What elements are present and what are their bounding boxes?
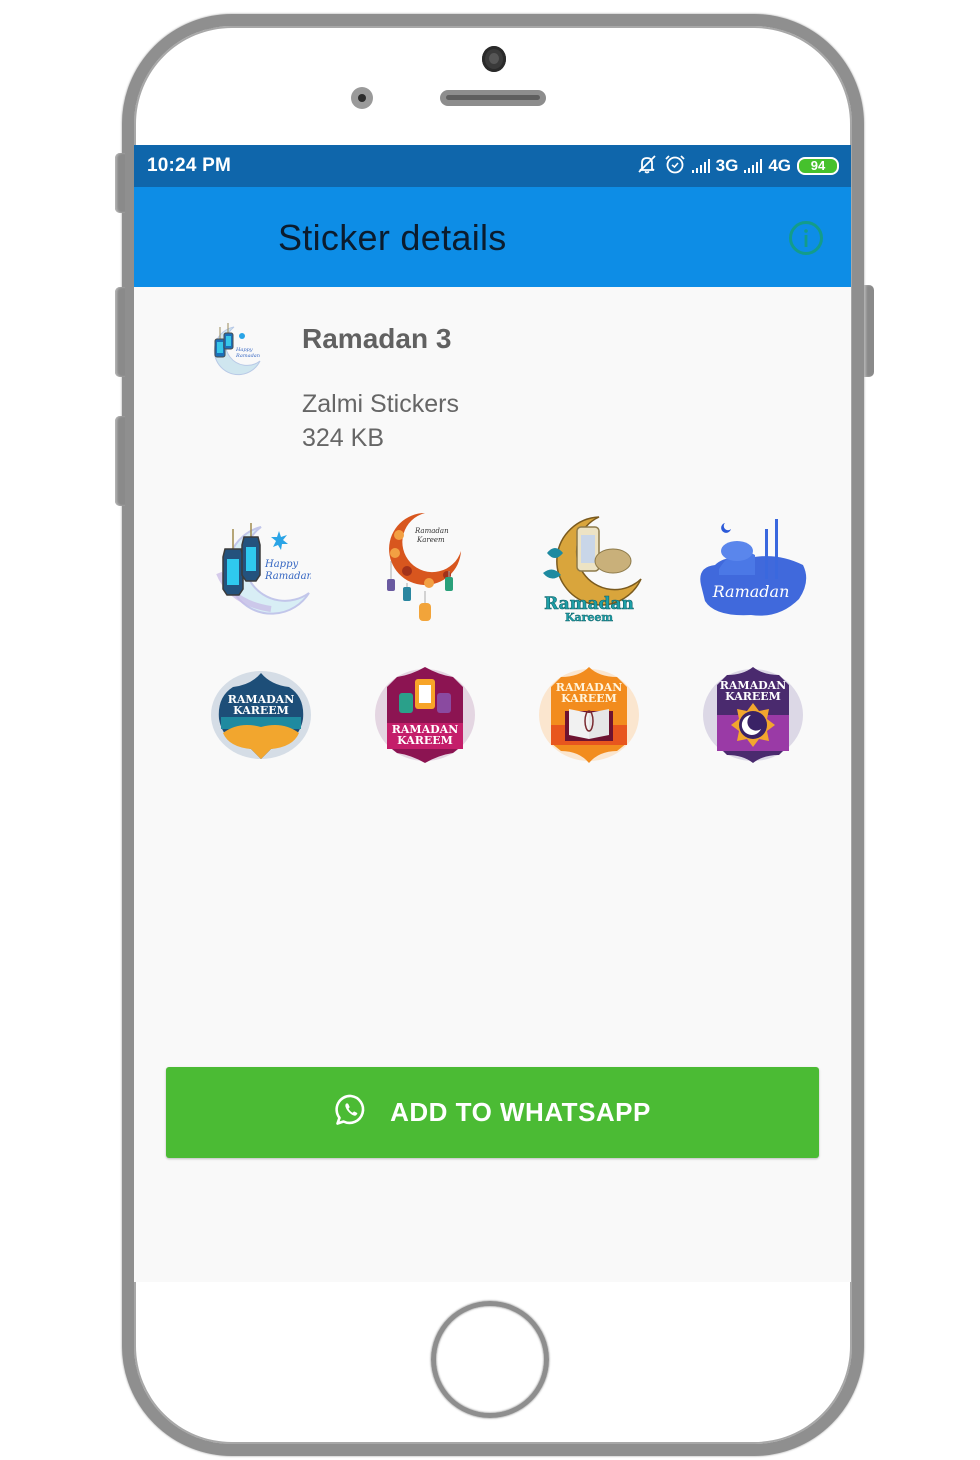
screen: 10:24 PM 3G 4G 94 Sticker details Happy … xyxy=(134,145,851,1282)
sticker-ramadan-kareem-magenta-badge[interactable]: RAMADAN KAREEM xyxy=(343,656,507,774)
app-bar: Sticker details xyxy=(134,187,851,287)
pack-header: Happy Ramadan Ramadan 3 Zalmi Stickers 3… xyxy=(134,287,851,487)
volume-up-button xyxy=(115,287,125,377)
front-camera xyxy=(482,46,506,72)
notifications-off-icon xyxy=(636,154,658,179)
status-bar: 10:24 PM 3G 4G 94 xyxy=(134,145,851,187)
svg-text:Kareem: Kareem xyxy=(565,611,613,624)
add-to-whatsapp-button[interactable]: ADD TO WHATSAPP xyxy=(166,1067,819,1158)
power-button xyxy=(864,285,874,377)
svg-text:KAREEM: KAREEM xyxy=(561,692,617,705)
info-icon xyxy=(804,229,808,247)
signal-icon xyxy=(691,159,710,173)
svg-text:Kareem: Kareem xyxy=(416,536,445,544)
sticker-ramadan-kareem-crescent[interactable]: Ramadan Kareem xyxy=(343,510,507,628)
pack-size: 324 KB xyxy=(302,424,385,452)
svg-text:Ramadan: Ramadan xyxy=(414,527,449,535)
status-time: 10:24 PM xyxy=(147,155,231,176)
svg-text:KAREEM: KAREEM xyxy=(233,704,289,717)
sticker-ramadan-blue-mosque[interactable]: Ramadan xyxy=(671,510,835,628)
proximity-sensor xyxy=(351,87,373,109)
svg-text:Ramadan: Ramadan xyxy=(264,571,311,582)
sticker-ramadan-kareem-golden-crescent[interactable]: Ramadan Kareem xyxy=(507,510,671,628)
sticker-ramadan-kareem-teal-badge[interactable]: RAMADAN KAREEM xyxy=(179,656,343,774)
svg-text:Ramadan: Ramadan xyxy=(235,353,260,359)
network-type-2: 4G xyxy=(768,156,791,175)
page-title: Sticker details xyxy=(278,217,507,258)
volume-down-button xyxy=(115,416,125,506)
phone-side-button xyxy=(115,153,125,213)
info-button[interactable] xyxy=(789,221,823,255)
pack-publisher: Zalmi Stickers xyxy=(302,390,459,418)
tray-icon: Happy Ramadan xyxy=(204,323,264,377)
svg-text:KAREEM: KAREEM xyxy=(725,690,781,703)
svg-text:Ramadan: Ramadan xyxy=(712,582,790,601)
battery-indicator: 94 xyxy=(797,157,839,175)
home-button[interactable] xyxy=(431,1301,549,1418)
status-icons: 3G 4G 94 xyxy=(636,154,839,179)
alarm-icon xyxy=(664,154,686,179)
svg-text:Happy: Happy xyxy=(264,559,298,570)
network-type-1: 3G xyxy=(715,156,739,175)
sticker-happy-ramadan-lanterns[interactable]: Happy Ramadan xyxy=(179,510,343,628)
earpiece-speaker xyxy=(440,90,546,106)
sticker-ramadan-kareem-purple-moon-badge[interactable]: RAMADAN KAREEM xyxy=(671,656,835,774)
signal-icon xyxy=(744,159,763,173)
whatsapp-icon xyxy=(334,1093,368,1132)
svg-text:KAREEM: KAREEM xyxy=(397,734,453,747)
sticker-grid: Happy Ramadan Ramadan Kareem Ramadan Kar… xyxy=(179,510,839,774)
add-to-whatsapp-label: ADD TO WHATSAPP xyxy=(390,1097,651,1127)
sticker-ramadan-kareem-orange-quran-badge[interactable]: RAMADAN KAREEM xyxy=(507,656,671,774)
pack-name: Ramadan 3 xyxy=(302,323,452,354)
